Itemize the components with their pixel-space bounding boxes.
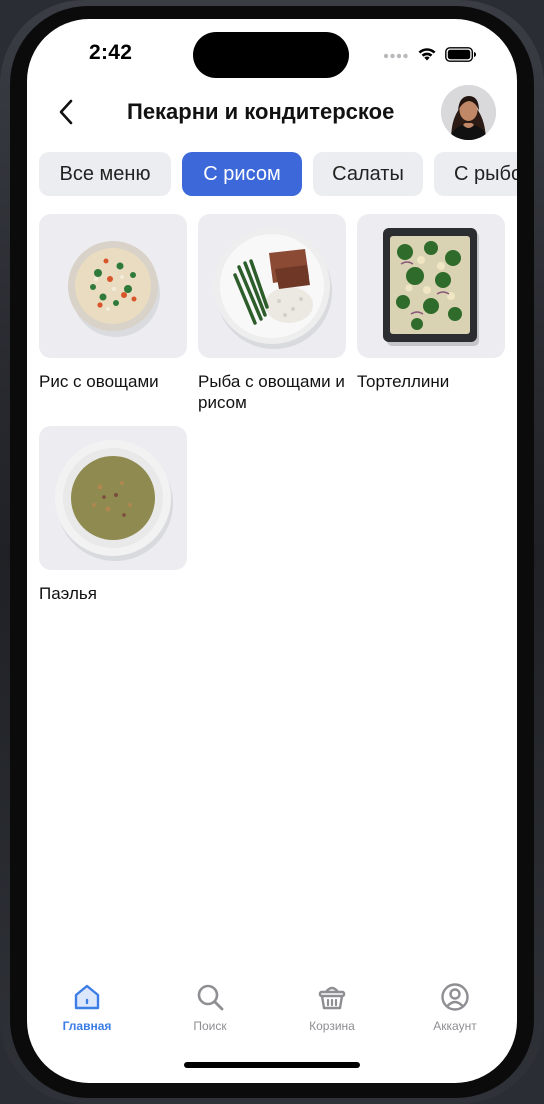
tabbar-label: Корзина bbox=[309, 1019, 355, 1033]
chevron-left-icon bbox=[59, 99, 73, 125]
avatar[interactable] bbox=[441, 85, 496, 140]
status-icons bbox=[383, 44, 477, 64]
dish-thumbnail bbox=[198, 214, 346, 358]
status-time: 2:42 bbox=[89, 41, 133, 64]
wifi-icon bbox=[418, 48, 436, 61]
dish-name: Рыба с овощами и рисом bbox=[198, 372, 345, 412]
tab-label: С рыбой bbox=[454, 162, 517, 185]
dish-card[interactable]: Тортеллини bbox=[357, 214, 505, 392]
soup-plate-image bbox=[55, 440, 173, 561]
tabbar-item-search[interactable]: Поиск bbox=[165, 981, 255, 1033]
dish-name: Паэлья bbox=[39, 584, 97, 603]
dish-thumbnail bbox=[39, 214, 187, 358]
dish-name: Рис с овощами bbox=[39, 372, 159, 391]
tab-label: Салаты bbox=[332, 162, 404, 185]
tabbar-label: Аккаунт bbox=[433, 1019, 477, 1033]
dish-card[interactable]: Паэлья bbox=[39, 426, 187, 604]
header: Пекарни и кондитерское bbox=[27, 83, 517, 140]
dish-thumbnail bbox=[39, 426, 187, 570]
tab-salads[interactable]: Салаты bbox=[313, 152, 423, 196]
category-tabs: Все меню С рисом Салаты С рыбой bbox=[39, 152, 517, 196]
tabbar-label: Поиск bbox=[193, 1019, 227, 1033]
dish-card[interactable]: Рыба с овощами и рисом bbox=[198, 214, 346, 413]
cellular-signal-icon bbox=[383, 53, 408, 59]
tab-with-rice[interactable]: С рисом bbox=[182, 152, 302, 196]
rice-bowl-image bbox=[68, 241, 160, 337]
fish-plate-image bbox=[214, 228, 332, 349]
tortellini-tray-image bbox=[383, 228, 479, 346]
tabbar-label: Главная bbox=[62, 1019, 112, 1033]
dish-thumbnail bbox=[357, 214, 505, 358]
tabbar-item-basket[interactable]: Корзина bbox=[287, 981, 377, 1033]
account-icon bbox=[441, 983, 469, 1011]
avatar-image bbox=[441, 85, 496, 140]
screen: 2:42 Пекарни и кондитерское Все меню С р… bbox=[27, 19, 517, 1083]
back-button[interactable] bbox=[53, 97, 79, 127]
battery-icon bbox=[445, 46, 476, 62]
home-indicator bbox=[184, 1062, 360, 1068]
tabbar-item-account[interactable]: Аккаунт bbox=[410, 981, 500, 1033]
dish-card[interactable]: Рис с овощами bbox=[39, 214, 187, 392]
tab-all-menu[interactable]: Все меню bbox=[39, 152, 171, 196]
bottom-tab-bar: Главная Поиск Корзина Аккаунт bbox=[27, 981, 517, 1041]
tab-with-fish[interactable]: С рыбой bbox=[434, 152, 517, 196]
tab-label: С рисом bbox=[203, 162, 281, 185]
home-icon bbox=[74, 984, 100, 1010]
dynamic-island bbox=[193, 32, 349, 78]
basket-icon bbox=[318, 986, 346, 1010]
tab-label: Все меню bbox=[59, 162, 151, 185]
dish-name: Тортеллини bbox=[357, 372, 450, 391]
search-icon bbox=[197, 984, 224, 1011]
tabbar-item-home[interactable]: Главная bbox=[42, 981, 132, 1033]
page-title: Пекарни и кондитерское bbox=[127, 99, 395, 124]
